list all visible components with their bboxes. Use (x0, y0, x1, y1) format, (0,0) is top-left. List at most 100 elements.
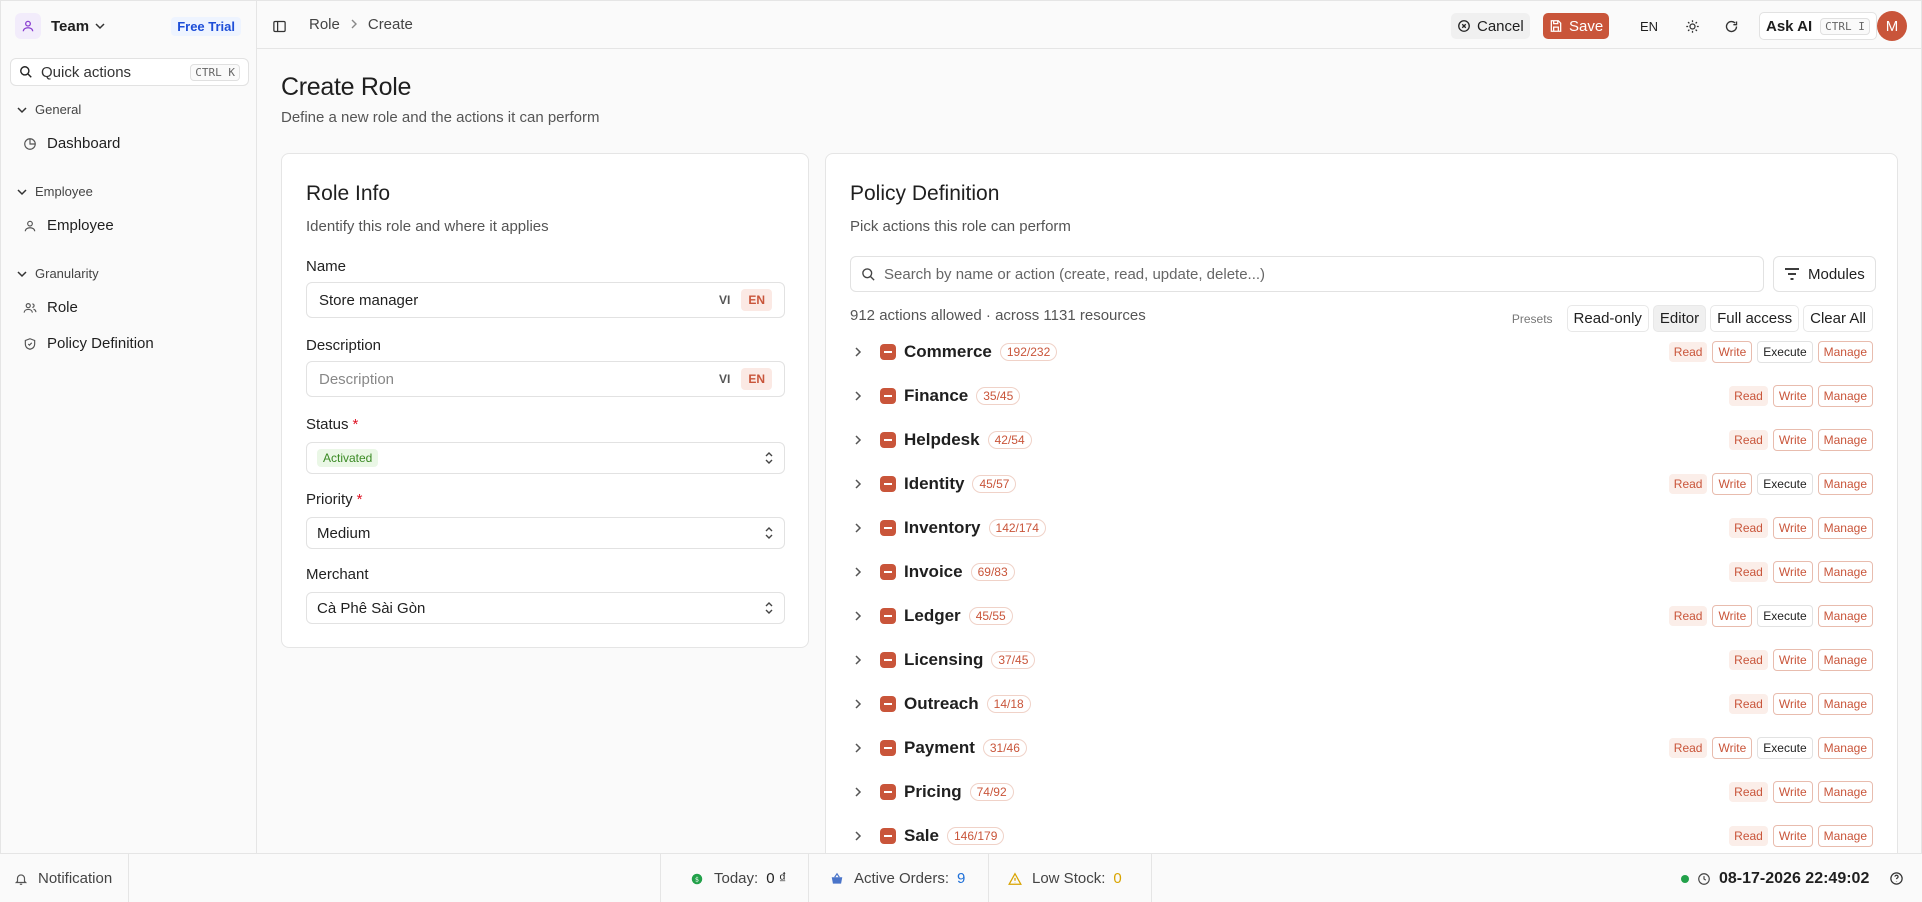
clear-all-button[interactable]: Clear All (1803, 305, 1873, 332)
preset-editor-button[interactable]: Editor (1652, 305, 1707, 332)
partial-select-icon[interactable] (880, 608, 896, 624)
permission-write-toggle[interactable]: Write (1712, 473, 1753, 495)
permission-execute-toggle[interactable]: Execute (1757, 473, 1813, 495)
permission-write-toggle[interactable]: Write (1772, 561, 1813, 583)
partial-select-icon[interactable] (880, 476, 896, 492)
permission-write-toggle[interactable]: Write (1772, 781, 1813, 803)
chevron-right-icon[interactable] (850, 479, 866, 489)
preset-read-only-button[interactable]: Read-only (1566, 305, 1649, 332)
partial-select-icon[interactable] (880, 696, 896, 712)
permission-read-toggle[interactable]: Read (1729, 782, 1768, 802)
module-row[interactable]: Finance 35/45 Read Write Manage (850, 382, 1873, 410)
permission-read-toggle[interactable]: Read (1668, 606, 1708, 626)
partial-select-icon[interactable] (880, 564, 896, 580)
language-button[interactable]: EN (1634, 13, 1664, 39)
permission-write-toggle[interactable]: Write (1772, 429, 1813, 451)
permission-read-toggle[interactable]: Read (1729, 562, 1768, 582)
permission-manage-toggle[interactable]: Manage (1817, 605, 1873, 627)
refresh-icon[interactable] (1719, 14, 1743, 38)
permission-manage-toggle[interactable]: Manage (1817, 825, 1873, 847)
permission-manage-toggle[interactable]: Manage (1817, 429, 1873, 451)
permission-read-toggle[interactable]: Read (1668, 738, 1708, 758)
partial-select-icon[interactable] (880, 828, 896, 844)
permission-manage-toggle[interactable]: Manage (1817, 385, 1873, 407)
free-trial-badge[interactable]: Free Trial (171, 16, 241, 36)
permission-execute-toggle[interactable]: Execute (1757, 737, 1813, 759)
chevron-right-icon[interactable] (850, 435, 866, 445)
permission-write-toggle[interactable]: Write (1772, 385, 1813, 407)
module-row[interactable]: Commerce 192/232 Read Write Execute Manage (850, 338, 1873, 366)
module-row[interactable]: Identity 45/57 Read Write Execute Manage (850, 470, 1873, 498)
merchant-select[interactable]: Cà Phê Sài Gòn (306, 592, 785, 624)
preset-full-access-button[interactable]: Full access (1710, 305, 1800, 332)
permission-write-toggle[interactable]: Write (1712, 341, 1753, 363)
team-switcher[interactable]: Team Free Trial (11, 11, 245, 41)
modules-filter-button[interactable]: Modules (1773, 256, 1876, 292)
lang-en-pill[interactable]: EN (741, 289, 772, 311)
permission-read-toggle[interactable]: Read (1729, 650, 1768, 670)
permission-manage-toggle[interactable]: Manage (1817, 341, 1873, 363)
lang-vi-pill[interactable]: VI (712, 289, 737, 311)
permission-write-toggle[interactable]: Write (1772, 517, 1813, 539)
permission-read-toggle[interactable]: Read (1668, 342, 1708, 362)
chevron-right-icon[interactable] (850, 699, 866, 709)
policy-search-input[interactable]: Search by name or action (create, read, … (850, 256, 1764, 292)
chevron-right-icon[interactable] (850, 655, 866, 665)
cancel-button[interactable]: Cancel (1451, 13, 1530, 39)
permission-write-toggle[interactable]: Write (1772, 825, 1813, 847)
module-row[interactable]: Invoice 69/83 Read Write Manage (850, 558, 1873, 586)
permission-manage-toggle[interactable]: Manage (1817, 517, 1873, 539)
quick-actions-input[interactable]: Quick actions CTRL K (10, 58, 249, 86)
permission-manage-toggle[interactable]: Manage (1817, 561, 1873, 583)
partial-select-icon[interactable] (880, 520, 896, 536)
partial-select-icon[interactable] (880, 784, 896, 800)
module-row[interactable]: Ledger 45/55 Read Write Execute Manage (850, 602, 1873, 630)
chevron-right-icon[interactable] (850, 787, 866, 797)
module-row[interactable]: Sale 146/179 Read Write Manage (850, 822, 1873, 850)
permission-read-toggle[interactable]: Read (1729, 518, 1768, 538)
save-button[interactable]: Save (1543, 13, 1610, 39)
partial-select-icon[interactable] (880, 432, 896, 448)
ask-ai-button[interactable]: Ask AI CTRL I (1759, 12, 1877, 40)
permission-manage-toggle[interactable]: Manage (1817, 473, 1873, 495)
permission-execute-toggle[interactable]: Execute (1757, 341, 1813, 363)
permission-read-toggle[interactable]: Read (1668, 474, 1708, 494)
module-row[interactable]: Inventory 142/174 Read Write Manage (850, 514, 1873, 542)
breadcrumb-role[interactable]: Role (309, 16, 340, 33)
module-row[interactable]: Pricing 74/92 Read Write Manage (850, 778, 1873, 806)
partial-select-icon[interactable] (880, 388, 896, 404)
permission-manage-toggle[interactable]: Manage (1817, 737, 1873, 759)
sidebar-item-role[interactable]: Role (23, 299, 78, 316)
permission-manage-toggle[interactable]: Manage (1817, 781, 1873, 803)
module-row[interactable]: Helpdesk 42/54 Read Write Manage (850, 426, 1873, 454)
lang-vi-pill[interactable]: VI (712, 368, 737, 390)
notification-button[interactable]: Notification (14, 870, 112, 887)
sidebar-toggle-icon[interactable] (267, 14, 291, 38)
partial-select-icon[interactable] (880, 344, 896, 360)
module-row[interactable]: Payment 31/46 Read Write Execute Manage (850, 734, 1873, 762)
status-select[interactable]: Activated (306, 442, 785, 474)
name-field[interactable]: Store manager VI EN (306, 282, 785, 318)
permission-write-toggle[interactable]: Write (1712, 605, 1753, 627)
sidebar-item-policy-definition[interactable]: Policy Definition (23, 335, 154, 352)
module-row[interactable]: Licensing 37/45 Read Write Manage (850, 646, 1873, 674)
sidebar-item-employee[interactable]: Employee (23, 217, 114, 234)
permission-manage-toggle[interactable]: Manage (1817, 649, 1873, 671)
partial-select-icon[interactable] (880, 740, 896, 756)
permission-read-toggle[interactable]: Read (1729, 694, 1768, 714)
nav-group-granularity[interactable]: Granularity (17, 266, 99, 281)
permission-read-toggle[interactable]: Read (1729, 386, 1768, 406)
help-icon[interactable] (1884, 866, 1908, 890)
permission-read-toggle[interactable]: Read (1729, 430, 1768, 450)
chevron-right-icon[interactable] (850, 347, 866, 357)
chevron-right-icon[interactable] (850, 831, 866, 841)
chevron-right-icon[interactable] (850, 567, 866, 577)
theme-toggle-icon[interactable] (1680, 14, 1704, 38)
priority-select[interactable]: Medium (306, 517, 785, 549)
nav-group-general[interactable]: General (17, 102, 81, 117)
sidebar-item-dashboard[interactable]: Dashboard (23, 135, 120, 152)
chevron-right-icon[interactable] (850, 391, 866, 401)
chevron-right-icon[interactable] (850, 743, 866, 753)
lang-en-pill[interactable]: EN (741, 368, 772, 390)
permission-manage-toggle[interactable]: Manage (1817, 693, 1873, 715)
